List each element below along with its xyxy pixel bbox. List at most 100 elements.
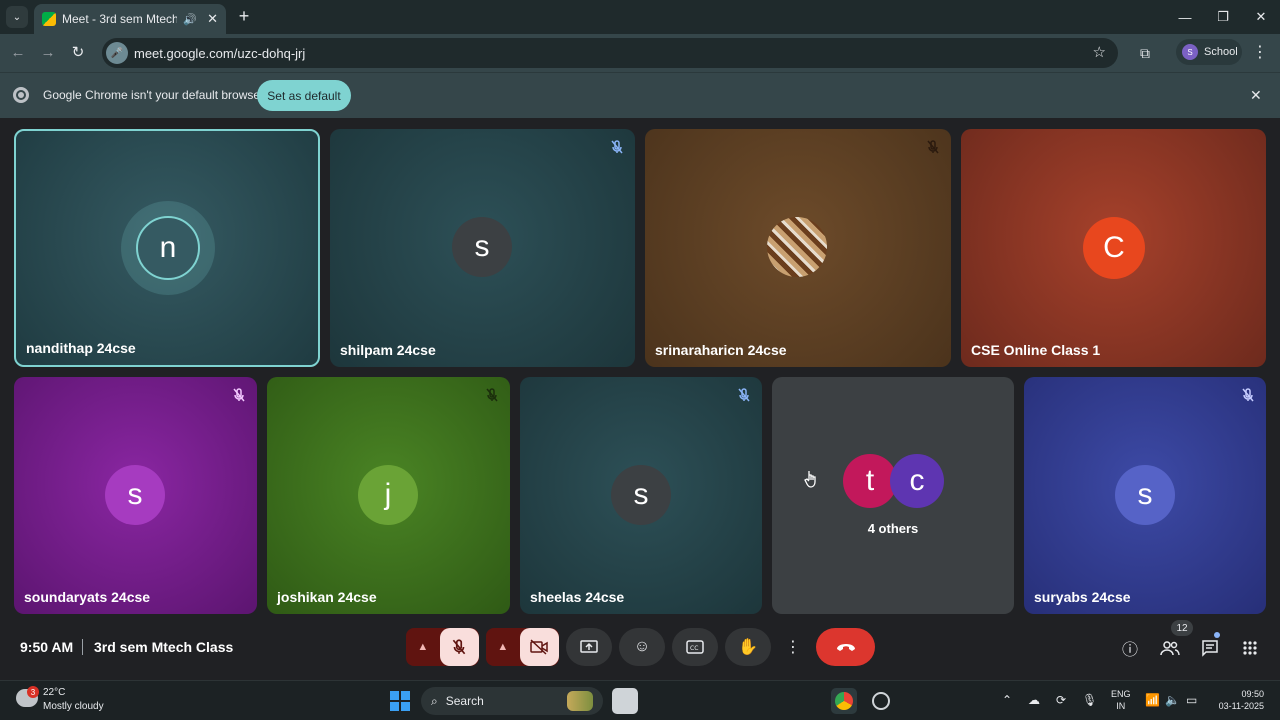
participant-name: soundaryats 24cse [24,589,151,605]
meeting-clock: 9:50 AM [20,639,74,655]
reactions-button[interactable]: ☺ [619,628,665,666]
participant-name: srinaraharicn 24cse [655,342,787,358]
chrome-taskbar-icon[interactable] [831,688,857,714]
chat-icon[interactable] [1199,637,1221,659]
avatar: s [452,217,512,277]
avatar: C [1083,217,1145,279]
meet-favicon-icon [42,12,56,26]
sync-icon[interactable]: ⟳ [1056,693,1066,707]
chrome-profile-taskbar-icon[interactable] [868,688,894,714]
avatar: s [611,465,671,525]
participant-tile[interactable]: s suryabs 24cse [1024,377,1266,614]
restore-button[interactable]: ❐ [1204,0,1242,34]
system-time: 09:50 [1241,689,1264,699]
speaker-icon[interactable]: 🔊 [183,13,197,26]
emoji-icon: ☺ [633,638,651,655]
participant-name: joshikan 24cse [277,589,377,605]
site-info-icon[interactable]: 🎤 [106,42,128,64]
search-label: Search [445,694,484,708]
weather-alert-badge: 3 [27,686,39,698]
people-icon[interactable] [1159,637,1181,659]
tab-title: Meet - 3rd sem Mtech Class [62,12,178,26]
participant-tile[interactable]: s sheelas 24cse [520,377,762,614]
avatar: c [890,454,944,508]
mic-off-icon [611,140,623,154]
meeting-title: 3rd sem Mtech Class [94,639,234,655]
mic-control-group: ▲ [406,628,479,666]
participant-tile[interactable]: srinaraharicn 24cse [645,129,951,367]
present-screen-button[interactable] [566,628,612,666]
cursor-hand-icon [804,471,816,488]
captions-button[interactable]: CC [672,628,718,666]
mic-off-icon [233,388,245,402]
windows-start-icon[interactable] [390,691,410,711]
avatar: t [843,454,897,508]
more-options-button[interactable]: ⋮ [778,628,808,666]
new-tab-button[interactable]: + [234,6,254,26]
close-tab-icon[interactable]: ✕ [207,11,218,27]
set-as-default-button[interactable]: Set as default [257,80,351,111]
file-explorer-icon[interactable] [612,688,638,714]
audio-options-chevron-icon[interactable]: ▲ [406,641,440,653]
camera-toggle-button[interactable] [519,628,559,666]
battery-icon[interactable]: ▭ [1186,693,1197,707]
default-browser-infobar: Google Chrome isn't your default browser… [0,72,1280,118]
volume-icon[interactable]: 🔈 [1165,693,1180,707]
url-text: meet.google.com/uzc-dohq-jrj [134,45,306,61]
present-icon [580,640,598,653]
others-tile[interactable]: t c 4 others [772,377,1014,614]
back-button[interactable]: ← [7,42,29,64]
avatar: n [136,216,200,280]
close-window-button[interactable]: ✕ [1242,0,1280,34]
taskbar-search[interactable]: ⌕ Search [421,687,603,715]
microphone-toggle-button[interactable] [439,628,479,666]
mic-off-icon [452,639,466,655]
tab-meet[interactable]: Meet - 3rd sem Mtech Class 🔊 ✕ [34,4,226,34]
minimize-button[interactable]: — [1166,0,1204,34]
others-count-label: 4 others [867,521,919,536]
search-icon: ⌕ [431,693,438,708]
svg-text:CC: CC [690,645,698,652]
leave-call-button[interactable] [816,628,875,666]
onedrive-cloud-icon[interactable]: ☁ [1028,693,1040,707]
hand-icon: ✋ [738,639,758,656]
bookmark-star-icon[interactable]: ☆ [1093,43,1106,61]
participant-tile[interactable]: C CSE Online Class 1 [961,129,1266,367]
extensions-icon[interactable]: ⧉ [1134,42,1156,64]
forward-button[interactable]: → [37,42,59,64]
region-code: IN [1116,701,1126,711]
wifi-icon[interactable]: 📶 [1145,693,1160,707]
participant-tile[interactable]: n nandithap 24cse [14,129,320,367]
divider [82,639,83,655]
chat-notification-dot [1214,632,1220,638]
system-clock[interactable]: 09:50 03-11-2025 [1219,688,1264,712]
microphone-tray-icon[interactable]: 🎙 [1082,693,1097,707]
close-infobar-icon[interactable]: ✕ [1250,87,1262,104]
camera-control-group: ▲ [486,628,559,666]
video-options-chevron-icon[interactable]: ▲ [486,641,520,653]
language-code: ENG [1111,689,1131,699]
browser-tabstrip: ⌄ Meet - 3rd sem Mtech Class 🔊 ✕ + — ❐ ✕ [0,0,1280,34]
chrome-menu-icon[interactable]: ⋮ [1252,42,1268,64]
weather-condition: Mostly cloudy [43,701,104,712]
participant-name: sheelas 24cse [530,589,625,605]
raise-hand-button[interactable]: ✋ [725,628,771,666]
activities-grid-icon[interactable] [1239,637,1261,659]
participant-tile[interactable]: s shilpam 24cse [330,129,635,367]
reload-button[interactable]: ↻ [67,42,89,64]
show-hidden-icons-chevron-icon[interactable]: ⌃ [1002,693,1012,707]
chrome-icon [13,87,29,103]
meeting-info-icon[interactable]: ⓘ [1119,637,1141,659]
browser-toolbar: ← → ↻ 🎤 meet.google.com/uzc-dohq-jrj ☆ ⧉… [0,34,1280,72]
hang-up-icon [836,644,855,651]
profile-button[interactable]: S School [1176,39,1242,65]
participant-tile[interactable]: j joshikan 24cse [267,377,510,614]
address-bar[interactable]: 🎤 meet.google.com/uzc-dohq-jrj ☆ [102,38,1118,68]
avatar: s [105,465,165,525]
search-highlight-image [567,691,593,711]
tab-search-dropdown[interactable]: ⌄ [6,6,28,28]
participant-tile[interactable]: s soundaryats 24cse [14,377,257,614]
mic-off-icon [738,388,750,402]
avatar-photo [767,217,827,277]
language-indicator[interactable]: ENG IN [1111,688,1131,712]
